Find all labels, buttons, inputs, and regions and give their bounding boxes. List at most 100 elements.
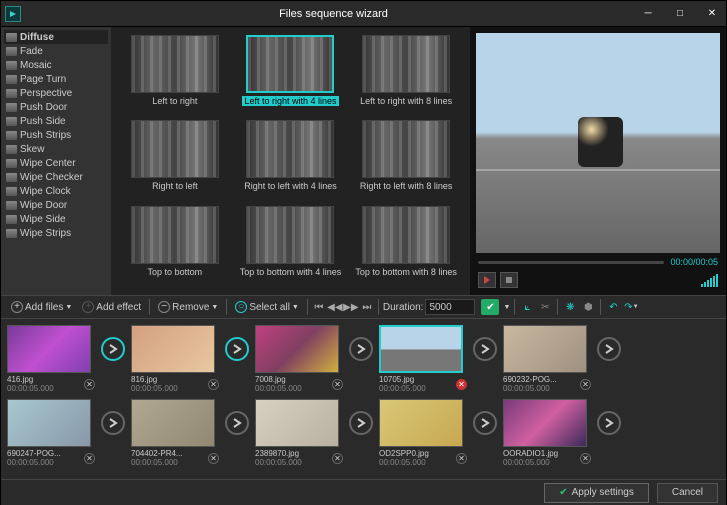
folder-icon <box>6 75 17 84</box>
crop-icon[interactable]: ⟀ <box>519 299 535 315</box>
effects-icon[interactable]: ❋ <box>562 299 578 315</box>
maximize-button[interactable]: □ <box>670 4 690 24</box>
folder-icon <box>6 201 17 210</box>
transition-item[interactable]: Top to bottom with 4 lines <box>235 206 347 287</box>
clip-remove-icon[interactable]: ✕ <box>456 453 467 464</box>
sidebar-item-mosaic[interactable]: Mosaic <box>4 58 108 72</box>
sidebar-item-push-door[interactable]: Push Door <box>4 100 108 114</box>
clip-item[interactable]: 416.jpg00:00:05.000✕ <box>7 325 95 393</box>
clip-item[interactable]: 7008.jpg00:00:05.000 ✕ <box>255 325 343 393</box>
sidebar-item-fade[interactable]: Fade <box>4 44 108 58</box>
folder-icon <box>6 229 17 238</box>
clip-remove-icon[interactable]: ✕ <box>332 379 343 390</box>
clip-remove-icon[interactable]: ✕ <box>580 379 591 390</box>
transition-arrow-icon[interactable] <box>101 411 125 435</box>
clip-duration: 00:00:05.000 <box>255 384 302 393</box>
clip-item[interactable]: 690232-POG...00:00:05.000✕ <box>503 325 591 393</box>
cut-icon[interactable]: ✂ <box>537 299 553 315</box>
transition-item[interactable]: Right to left <box>119 120 231 201</box>
clip-remove-icon[interactable]: ✕ <box>84 453 95 464</box>
transition-arrow-icon[interactable] <box>101 337 125 361</box>
transition-arrow-icon[interactable] <box>225 337 249 361</box>
sidebar-item-wipe-checker[interactable]: Wipe Checker <box>4 170 108 184</box>
transition-arrow-icon[interactable] <box>473 411 497 435</box>
minimize-button[interactable]: ─ <box>638 4 658 24</box>
transition-arrow-icon[interactable] <box>225 411 249 435</box>
transition-item[interactable]: Left to right <box>119 35 231 116</box>
nav-first-icon[interactable]: ⏮ <box>312 300 326 314</box>
clip-remove-icon[interactable]: ✕ <box>580 453 591 464</box>
clip-item[interactable]: OD2SPP0.jpg00:00:05.000✕ <box>379 399 467 467</box>
clip-item[interactable]: OORADIO1.jpg00:00:05.000 ✕ <box>503 399 591 467</box>
transition-arrow-icon[interactable] <box>349 411 373 435</box>
transition-label: Top to bottom <box>148 267 203 277</box>
transition-item[interactable]: Left to right with 4 lines <box>235 35 347 116</box>
clip-item[interactable]: 816.jpg00:00:05.000✕ <box>131 325 219 393</box>
clip-duration: 00:00:05.000 <box>503 458 558 467</box>
rotate-right-icon[interactable]: ↷▼ <box>623 299 639 315</box>
clip-name: 10705.jpg <box>379 375 426 384</box>
clip-thumb <box>131 325 215 373</box>
transition-thumb <box>362 35 450 93</box>
transition-arrow-icon[interactable] <box>597 411 621 435</box>
sidebar-item-wipe-clock[interactable]: Wipe Clock <box>4 184 108 198</box>
sidebar-item-wipe-door[interactable]: Wipe Door <box>4 198 108 212</box>
transition-arrow-icon[interactable] <box>473 337 497 361</box>
sidebar-item-page-turn[interactable]: Page Turn <box>4 72 108 86</box>
clip-remove-icon[interactable]: ✕ <box>84 379 95 390</box>
stop-button[interactable] <box>500 272 518 288</box>
sidebar-item-wipe-side[interactable]: Wipe Side <box>4 212 108 226</box>
duration-input[interactable] <box>425 299 475 315</box>
nav-prev-icon[interactable]: ◀◀ <box>328 300 342 314</box>
sidebar-item-skew[interactable]: Skew <box>4 142 108 156</box>
folder-icon <box>6 145 17 154</box>
transition-label: Right to left with 8 lines <box>360 181 453 191</box>
transition-thumb <box>131 120 219 178</box>
clip-remove-icon[interactable]: ✕ <box>332 453 343 464</box>
transition-item[interactable]: Right to left with 4 lines <box>235 120 347 201</box>
clip-name: 690247-POG... <box>7 449 61 458</box>
sidebar-item-push-strips[interactable]: Push Strips <box>4 128 108 142</box>
settings-icon[interactable]: ⬢ <box>580 299 596 315</box>
transition-arrow-icon[interactable] <box>597 337 621 361</box>
play-button[interactable] <box>478 272 496 288</box>
transition-item[interactable]: Top to bottom with 8 lines <box>350 206 462 287</box>
clip-name: OORADIO1.jpg <box>503 449 558 458</box>
sidebar-item-perspective[interactable]: Perspective <box>4 86 108 100</box>
apply-settings-button[interactable]: ✔Apply settings <box>544 483 649 503</box>
clip-remove-icon[interactable]: ✕ <box>456 379 467 390</box>
add-files-button[interactable]: +Add files▼ <box>7 298 76 316</box>
transition-item[interactable]: Left to right with 8 lines <box>350 35 462 116</box>
select-all-button[interactable]: ○Select all▼ <box>231 298 303 316</box>
clip-item[interactable]: 10705.jpg00:00:05.000 ✕ <box>379 325 467 393</box>
transition-arrow-icon[interactable] <box>349 337 373 361</box>
add-effect-button[interactable]: +Add effect <box>78 298 145 316</box>
nav-last-icon[interactable]: ⏭ <box>360 300 374 314</box>
preview-timeline[interactable] <box>478 261 664 264</box>
preview-panel: 00:00/00:05 <box>470 27 726 295</box>
transition-item[interactable]: Right to left with 8 lines <box>350 120 462 201</box>
sidebar-item-wipe-center[interactable]: Wipe Center <box>4 156 108 170</box>
clip-thumb <box>255 399 339 447</box>
transition-thumb <box>131 206 219 264</box>
confirm-duration-button[interactable]: ✔ <box>481 299 499 315</box>
sidebar-item-push-side[interactable]: Push Side <box>4 114 108 128</box>
nav-next-icon[interactable]: ▶▶ <box>344 300 358 314</box>
clip-item[interactable]: 2389870.jpg00:00:05.000✕ <box>255 399 343 467</box>
clip-name: 690232-POG... <box>503 375 557 384</box>
remove-button[interactable]: −Remove▼ <box>154 298 222 316</box>
sidebar-item-wipe-strips[interactable]: Wipe Strips <box>4 226 108 240</box>
clip-duration: 00:00:05.000 <box>379 384 426 393</box>
clip-remove-icon[interactable]: ✕ <box>208 453 219 464</box>
sidebar-item-diffuse[interactable]: Diffuse <box>4 30 108 44</box>
transition-thumb <box>362 206 450 264</box>
cancel-button[interactable]: Cancel <box>657 483 718 503</box>
volume-indicator[interactable] <box>701 274 718 287</box>
rotate-left-icon[interactable]: ↶ <box>605 299 621 315</box>
clip-item[interactable]: 690247-POG...00:00:05.000✕ <box>7 399 95 467</box>
clip-item[interactable]: 704402-PR4...00:00:05.000✕ <box>131 399 219 467</box>
transition-item[interactable]: Top to bottom <box>119 206 231 287</box>
clip-name: 7008.jpg <box>255 375 302 384</box>
close-button[interactable]: ✕ <box>702 4 722 24</box>
clip-remove-icon[interactable]: ✕ <box>208 379 219 390</box>
